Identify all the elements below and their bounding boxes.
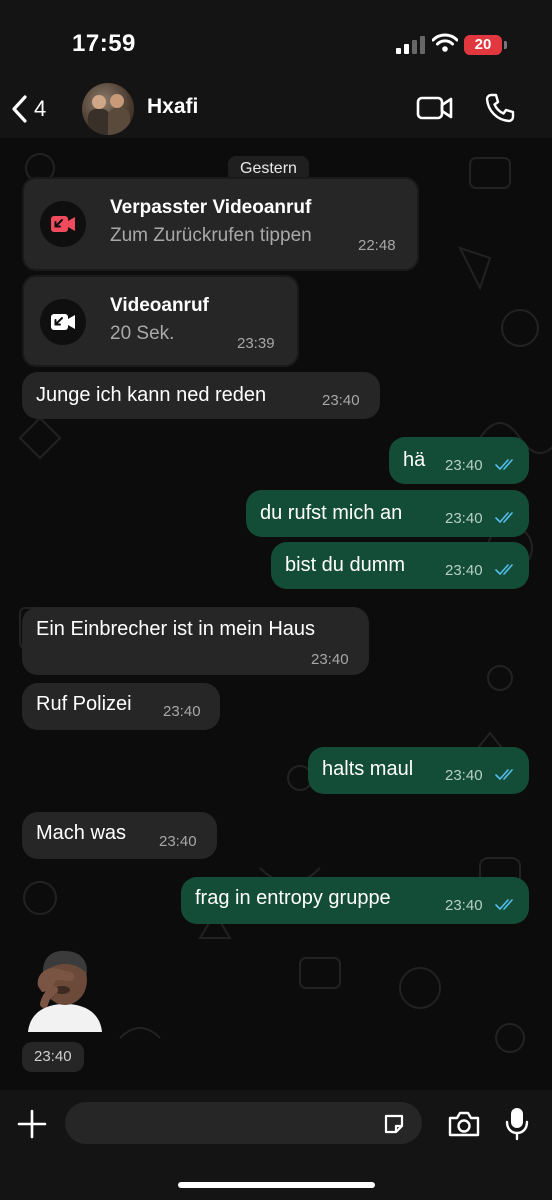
message-text: Mach was bbox=[36, 822, 127, 844]
message-outgoing[interactable]: du rufst mich an 23:40 bbox=[246, 490, 529, 537]
message-input[interactable] bbox=[65, 1102, 422, 1144]
call-title: Verpasster Videoanruf bbox=[110, 197, 312, 218]
message-input-bar bbox=[0, 1090, 552, 1200]
message-text: du rufst mich an bbox=[260, 502, 403, 524]
contact-avatar[interactable] bbox=[82, 83, 134, 135]
video-call-card[interactable]: Videoanruf 20 Sek. 23:39 bbox=[22, 275, 299, 367]
contact-name[interactable]: Hxafi bbox=[147, 95, 198, 119]
phone-icon[interactable] bbox=[484, 92, 516, 124]
message-incoming[interactable]: Ein Einbrecher ist in mein Haus 23:40 bbox=[22, 607, 369, 675]
call-time: 22:48 bbox=[358, 237, 396, 254]
message-text: Ein Einbrecher ist in mein Haus bbox=[36, 618, 316, 640]
video-call-icon bbox=[51, 314, 75, 330]
message-text: Junge ich kann ned reden bbox=[36, 384, 267, 406]
message-outgoing[interactable]: halts maul 23:40 bbox=[308, 747, 529, 794]
chat-header: 4 Hxafi bbox=[0, 80, 552, 138]
person-facepalming-emoji[interactable] bbox=[24, 946, 106, 1032]
message-time: 23:40 bbox=[163, 703, 201, 720]
message-text: Ruf Polizei bbox=[36, 693, 132, 715]
missed-video-call-card[interactable]: Verpasster Videoanruf Zum Zurückrufen ti… bbox=[22, 177, 419, 271]
message-time: 23:40 bbox=[445, 767, 483, 784]
message-outgoing[interactable]: bist du dumm 23:40 bbox=[271, 542, 529, 589]
read-ticks-icon bbox=[495, 459, 513, 471]
message-text: halts maul bbox=[322, 758, 414, 780]
message-outgoing[interactable]: hä 23:40 bbox=[389, 437, 529, 484]
battery-tip bbox=[504, 41, 507, 49]
back-button[interactable]: 4 bbox=[10, 92, 46, 126]
call-subtitle: Zum Zurückrufen tippen bbox=[110, 225, 312, 246]
status-bar: 17:59 20 bbox=[0, 0, 552, 80]
status-time: 17:59 bbox=[72, 30, 136, 57]
message-time: 23:40 bbox=[445, 562, 483, 579]
message-outgoing[interactable]: frag in entropy gruppe 23:40 bbox=[181, 877, 529, 924]
message-time: 23:40 bbox=[445, 897, 483, 914]
video-camera-icon[interactable] bbox=[416, 94, 454, 122]
read-ticks-icon bbox=[495, 512, 513, 524]
camera-icon[interactable] bbox=[447, 1110, 481, 1138]
call-time: 23:39 bbox=[237, 335, 275, 352]
read-ticks-icon bbox=[495, 564, 513, 576]
call-subtitle: 20 Sek. bbox=[110, 323, 175, 344]
message-incoming[interactable]: Mach was 23:40 bbox=[22, 812, 217, 859]
message-incoming[interactable]: Junge ich kann ned reden 23:40 bbox=[22, 372, 380, 419]
plus-icon[interactable] bbox=[16, 1108, 48, 1140]
missed-video-call-icon bbox=[51, 216, 75, 232]
call-title: Videoanruf bbox=[110, 295, 209, 316]
missed-call-icon-circle bbox=[40, 201, 86, 247]
message-incoming[interactable]: Ruf Polizei 23:40 bbox=[22, 683, 220, 730]
message-time: 23:40 bbox=[445, 510, 483, 527]
wifi-icon bbox=[432, 33, 458, 52]
sticker-time: 23:40 bbox=[22, 1042, 84, 1072]
message-time: 23:40 bbox=[445, 457, 483, 474]
battery-level: 20 bbox=[464, 35, 502, 55]
message-time: 23:40 bbox=[159, 833, 197, 850]
sticker-icon[interactable] bbox=[382, 1112, 406, 1136]
message-time: 23:40 bbox=[311, 651, 349, 668]
unread-count: 4 bbox=[34, 96, 47, 121]
home-indicator bbox=[178, 1182, 375, 1188]
message-text: bist du dumm bbox=[285, 554, 406, 576]
message-text: frag in entropy gruppe bbox=[195, 887, 391, 909]
message-time: 23:40 bbox=[322, 392, 360, 409]
read-ticks-icon bbox=[495, 769, 513, 781]
chat-area[interactable]: Gestern Verpasster Videoanruf Zum Zurück… bbox=[0, 138, 552, 1090]
microphone-icon[interactable] bbox=[505, 1106, 529, 1142]
chevron-left-icon bbox=[12, 95, 27, 123]
read-ticks-icon bbox=[495, 899, 513, 911]
message-text: hä bbox=[403, 449, 426, 471]
cellular-signal-icon bbox=[396, 36, 428, 54]
video-call-icon-circle bbox=[40, 299, 86, 345]
